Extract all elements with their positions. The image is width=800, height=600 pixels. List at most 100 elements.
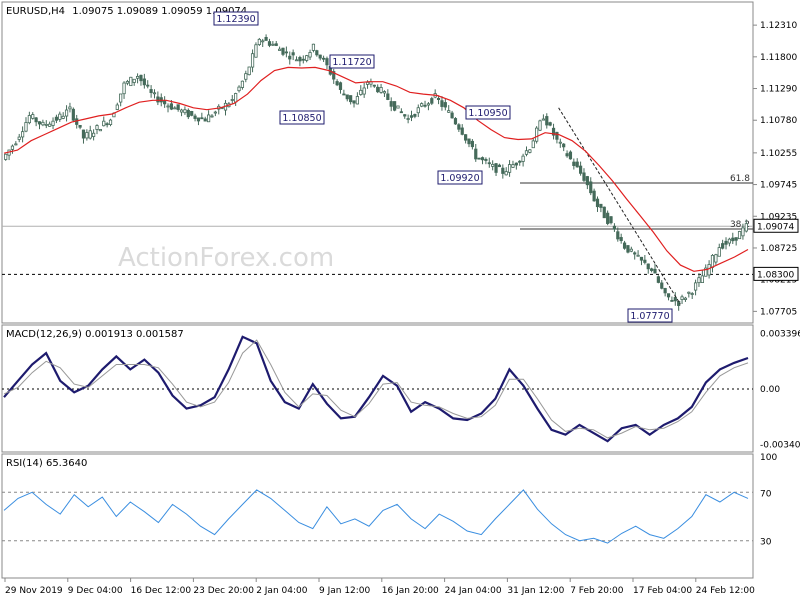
candle-body [731, 237, 735, 242]
candle-body [203, 118, 207, 122]
rsi-tick-label: 30 [760, 538, 772, 548]
candle-body [325, 58, 329, 66]
x-tick-label: 23 Dec 20:00 [193, 586, 254, 596]
y-tick-label: 1.11800 [760, 53, 797, 63]
x-tick-label: 24 Feb 12:00 [696, 586, 755, 596]
candle-body [149, 89, 153, 94]
candle-body [291, 52, 295, 56]
candle-body [504, 171, 508, 176]
moving-average [3, 66, 749, 272]
candle-body [240, 80, 245, 88]
candle-body [467, 138, 471, 145]
candle-body [541, 118, 546, 121]
x-tick-label: 16 Jan 20:00 [382, 586, 439, 596]
x-tick-label: 24 Jan 04:00 [445, 586, 502, 596]
candle-body [528, 149, 532, 153]
candle-body [677, 300, 681, 306]
candle-body [301, 58, 305, 61]
annotation-label: 1.09920 [440, 173, 479, 184]
candle-body [697, 277, 701, 284]
candle-body [538, 120, 542, 131]
candle-body [274, 43, 278, 46]
symbol-header: EURUSD,H4 1.09075 1.09089 1.09059 1.0907… [6, 6, 247, 17]
candle-body [85, 132, 89, 139]
candle-body [311, 43, 316, 51]
candle-body [234, 93, 238, 103]
candle-body [579, 165, 583, 174]
candle-body [396, 105, 400, 109]
candle-body [524, 150, 529, 155]
candle-body [609, 216, 613, 224]
candle-body [152, 92, 157, 95]
candle-body [507, 164, 512, 173]
candle-body [558, 141, 562, 144]
candle-body [447, 110, 451, 113]
candle-body [382, 91, 387, 94]
candle-body [20, 131, 25, 138]
candle-body [633, 252, 637, 255]
candle-body [308, 52, 312, 58]
candle-body [474, 148, 478, 160]
candle-body [284, 51, 288, 54]
candle-body [41, 121, 45, 126]
x-tick-label: 17 Feb 04:00 [633, 586, 692, 596]
price-axis: 1.12310 1.11800 1.11290 1.10780 1.10255 1.097… [753, 21, 799, 317]
candle-body [359, 89, 363, 95]
candle-body [48, 123, 52, 127]
candle-body [210, 115, 214, 118]
y-tick-label: 1.09745 [760, 181, 797, 191]
macd-line [3, 335, 749, 443]
candle-body [372, 84, 376, 87]
candle-body [700, 275, 704, 284]
candle-body [646, 263, 650, 270]
price-annotations: 1.12390 1.11720 1.10850 1.10950 1.09920 1.077… [213, 11, 673, 323]
annotation-label: 1.11720 [332, 57, 371, 68]
candle-body [518, 160, 522, 163]
candle-body [595, 198, 600, 208]
y-tick-label: 1.12310 [760, 21, 797, 31]
candle-body [206, 114, 211, 123]
candle-body [250, 53, 255, 68]
candle-body [497, 164, 502, 168]
candle-body [183, 109, 187, 114]
candle-body [487, 162, 491, 165]
macd-title: MACD(12,26,9) 0.001913 0.001587 [6, 329, 184, 340]
candle-body [660, 282, 664, 289]
moving-average-line [3, 66, 749, 272]
candle-body [281, 47, 285, 55]
candle-body [470, 140, 474, 148]
candle-body [179, 109, 184, 113]
candle-body [491, 163, 495, 167]
rsi-title: RSI(14) 65.3640 [6, 458, 87, 469]
candle-body [514, 162, 518, 166]
candle-body [166, 105, 170, 108]
candle-body [132, 78, 136, 83]
candle-body [318, 54, 322, 59]
macd-tick-label: -0.003404 [760, 441, 800, 451]
candle-body [741, 227, 745, 237]
candle-body [521, 155, 525, 162]
candle-body [362, 87, 366, 95]
candle-body [173, 107, 177, 110]
candle-body [450, 112, 454, 119]
candle-body [352, 100, 356, 104]
candle-body [230, 99, 234, 101]
candle-body [460, 127, 464, 135]
candle-body [247, 66, 251, 76]
candle-body [92, 132, 96, 137]
candle-body [480, 157, 485, 161]
candle-body [721, 243, 725, 249]
candle-body [545, 116, 549, 126]
candle-body [443, 102, 447, 108]
candle-body [639, 256, 644, 261]
candle-body [64, 109, 69, 117]
candle-body [727, 238, 732, 244]
candle-body [690, 293, 694, 295]
candle-body [643, 259, 647, 263]
candle-body [139, 74, 143, 82]
candle-body [403, 114, 407, 117]
candle-body [636, 254, 640, 257]
y-tick-label: 1.10255 [760, 149, 797, 159]
candle-body [680, 296, 684, 300]
candle-body [420, 103, 424, 107]
